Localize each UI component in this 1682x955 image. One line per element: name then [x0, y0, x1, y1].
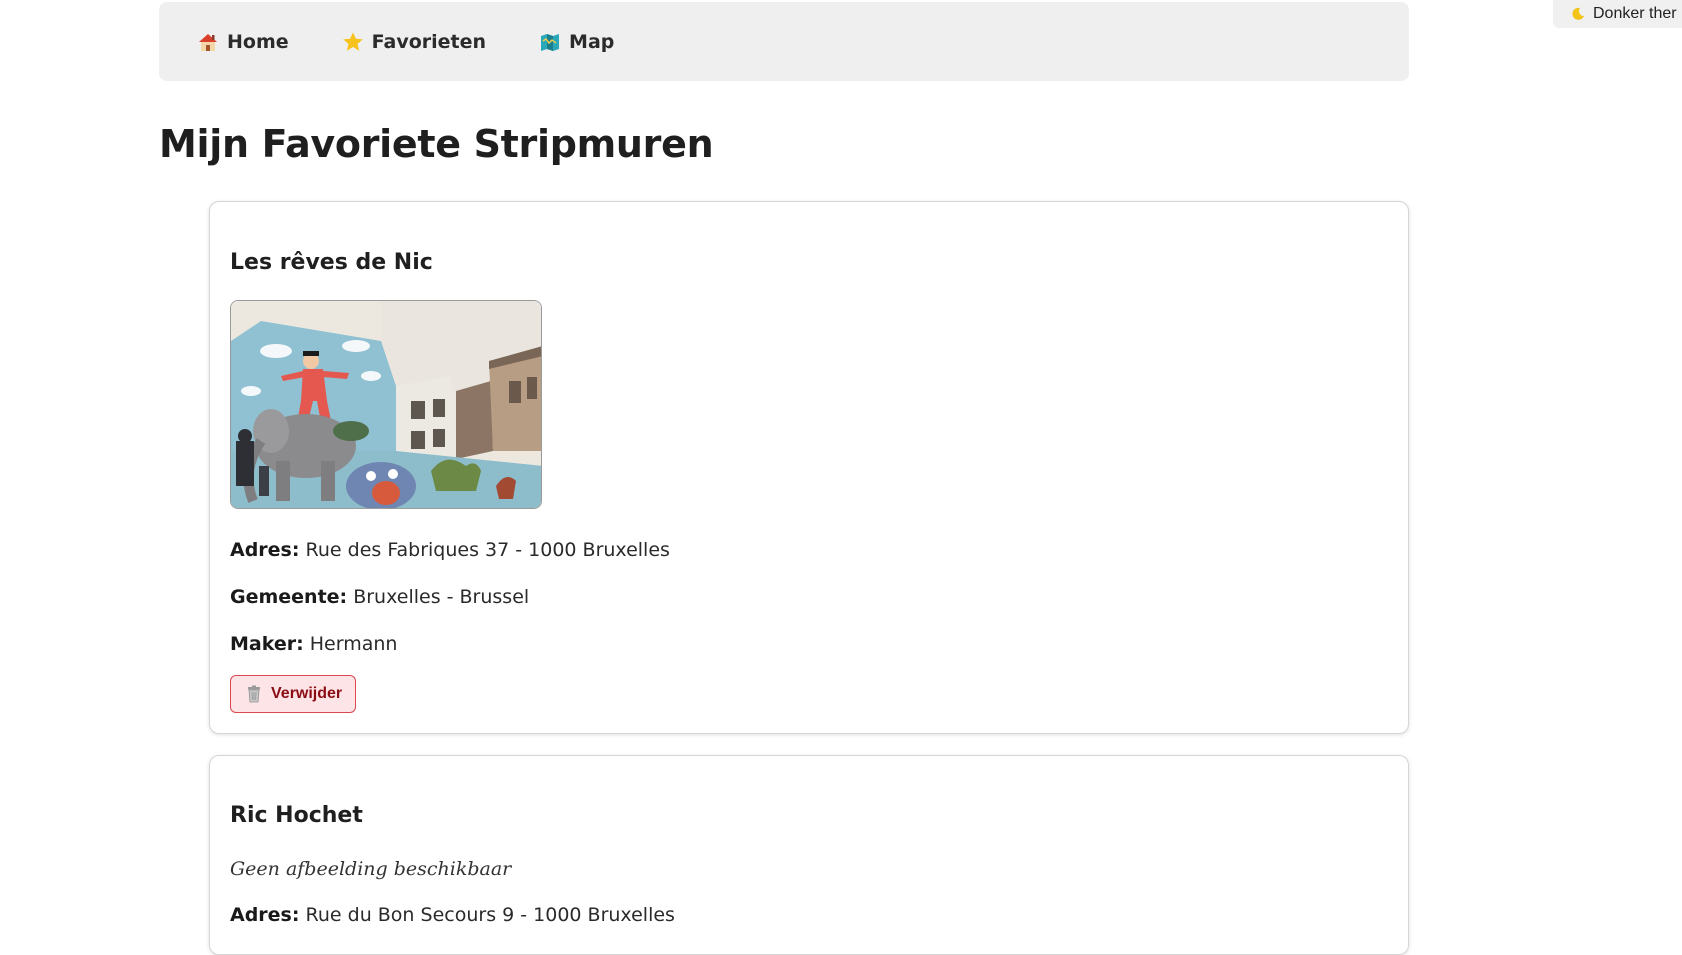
nav-home-link[interactable]: Home [197, 31, 289, 53]
star-icon [342, 31, 364, 53]
map-icon [539, 31, 561, 53]
delete-favorite-button[interactable]: Verwijder [230, 675, 356, 713]
delete-button-label: Verwijder [271, 685, 342, 703]
nav-home-label: Home [227, 31, 289, 53]
municipality-line: Gemeente: Bruxelles - Brussel [230, 586, 529, 608]
municipality-label: Gemeente: [230, 586, 347, 608]
trash-icon [246, 685, 262, 703]
navbar: Home Favorieten Map [159, 2, 1409, 81]
address-line: Adres: Rue des Fabriques 37 - 1000 Bruxe… [230, 539, 670, 561]
nav-map-link[interactable]: Map [539, 31, 614, 53]
favorite-card: Ric Hochet Geen afbeelding beschikbaar A… [209, 755, 1409, 955]
maker-line: Maker: Hermann [230, 633, 397, 655]
no-image-text: Geen afbeelding beschikbaar [230, 858, 511, 880]
moon-icon [1571, 7, 1585, 21]
address-value: Rue des Fabriques 37 - 1000 Bruxelles [306, 539, 670, 561]
address-line: Adres: Rue du Bon Secours 9 - 1000 Bruxe… [230, 904, 675, 926]
mural-photo [230, 300, 542, 509]
address-label: Adres: [230, 539, 299, 561]
favorite-card: Les rêves de Nic [209, 201, 1409, 734]
favorite-title: Ric Hochet [230, 803, 363, 828]
maker-value: Hermann [310, 633, 398, 655]
theme-toggle-button[interactable]: Donker ther [1553, 0, 1682, 28]
address-label: Adres: [230, 904, 299, 926]
theme-toggle-label: Donker ther [1593, 5, 1677, 23]
nav-favorites-link[interactable]: Favorieten [342, 31, 486, 53]
nav-map-label: Map [569, 31, 614, 53]
mural-image-illustration [231, 301, 542, 509]
municipality-value: Bruxelles - Brussel [353, 586, 529, 608]
maker-label: Maker: [230, 633, 304, 655]
nav-favorites-label: Favorieten [372, 31, 486, 53]
page-title: Mijn Favoriete Stripmuren [159, 122, 713, 166]
address-value: Rue du Bon Secours 9 - 1000 Bruxelles [306, 904, 675, 926]
favorite-title: Les rêves de Nic [230, 250, 433, 275]
house-icon [197, 31, 219, 53]
